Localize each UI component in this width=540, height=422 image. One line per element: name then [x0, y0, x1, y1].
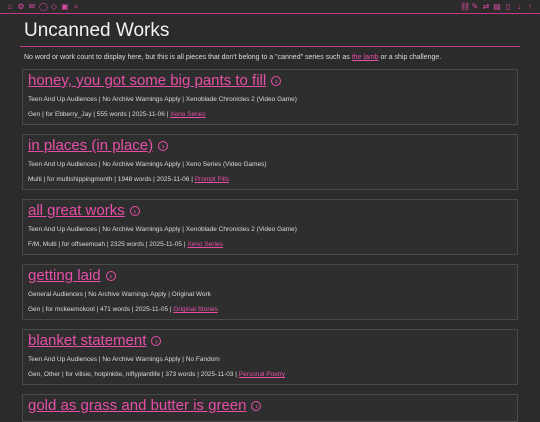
- work-meta: Gen | for Ebberry_Jay | 555 words | 2025…: [28, 111, 512, 118]
- work-title-link[interactable]: gold as grass and butter is green: [28, 397, 246, 415]
- work-title-row: honey, you got some big pants to fill ›: [28, 72, 512, 90]
- series-link[interactable]: Xeno Series: [170, 111, 205, 118]
- arrow-circle-icon[interactable]: ›: [105, 271, 116, 281]
- gear-icon[interactable]: ⚙: [17, 2, 25, 11]
- work-card: in places (in place) › Teen And Up Audie…: [22, 134, 518, 190]
- work-tags: General Audiences | No Archive Warnings …: [28, 291, 211, 298]
- work-meta: Multi | for multishippingmonth | 1948 wo…: [28, 176, 512, 183]
- home-icon[interactable]: ⌂: [6, 2, 14, 11]
- work-meta-text: Gen | for Ebberry_Jay | 555 words | 2025…: [28, 111, 171, 118]
- series-link[interactable]: Original Stories: [173, 306, 217, 313]
- the-lamb-link[interactable]: the lamb: [352, 54, 379, 61]
- work-meta-text: Gen | for mckeemckool | 471 words | 2025…: [28, 306, 174, 313]
- arrow-circle-icon[interactable]: ›: [158, 141, 169, 151]
- up-icon[interactable]: ↑: [526, 2, 534, 11]
- work-meta: F/M, Multi | for offseemoah | 2325 words…: [28, 241, 512, 248]
- work-title-link[interactable]: honey, you got some big pants to fill: [28, 72, 266, 90]
- intro-text-after: or a ship challenge.: [378, 54, 442, 61]
- message-icon[interactable]: ✉: [28, 2, 36, 11]
- archive-icon[interactable]: ▤: [493, 2, 501, 11]
- arrow-circle-icon[interactable]: ›: [271, 76, 282, 86]
- pen-icon[interactable]: ✎: [471, 2, 479, 11]
- work-title-link[interactable]: all great works: [28, 202, 125, 220]
- series-link[interactable]: Personal Poetry: [239, 371, 285, 378]
- toolbar-right: ⛓ ✎ ⇄ ▤ ▯ ↓ ↑: [460, 2, 534, 11]
- work-meta: Gen, Other | for villsie, hotpinktie, ni…: [28, 371, 512, 378]
- link-icon[interactable]: ⛓: [460, 2, 470, 11]
- arrow-circle-icon[interactable]: ›: [129, 206, 140, 216]
- work-card: honey, you got some big pants to fill › …: [22, 69, 518, 125]
- works-list: honey, you got some big pants to fill › …: [0, 69, 540, 422]
- page-title: Uncanned Works: [24, 20, 170, 41]
- tag-icon[interactable]: ◇: [50, 2, 58, 11]
- title-divider: [20, 46, 520, 47]
- series-link[interactable]: Xeno Series: [187, 241, 222, 248]
- work-title-link[interactable]: blanket statement: [28, 332, 146, 350]
- shuffle-icon[interactable]: ⇄: [482, 2, 490, 11]
- toolbar-left: ⌂ ⚙ ✉ ◯ ◇ ▣ ⌕: [6, 2, 80, 11]
- work-title-row: gold as grass and butter is green ›: [28, 397, 512, 415]
- series-link[interactable]: Prompt Fills: [195, 176, 229, 183]
- work-card: getting laid › General Audiences | No Ar…: [22, 264, 518, 320]
- calendar-icon[interactable]: ▣: [61, 2, 69, 11]
- work-tags: Teen And Up Audiences | No Archive Warni…: [28, 96, 297, 103]
- arrow-circle-icon[interactable]: ›: [151, 336, 162, 346]
- chat-icon[interactable]: ◯: [39, 2, 48, 11]
- work-meta: Gen | for mckeemckool | 471 words | 2025…: [28, 306, 512, 313]
- top-toolbar: ⌂ ⚙ ✉ ◯ ◇ ▣ ⌕ ⛓ ✎ ⇄ ▤ ▯ ↓ ↑: [0, 0, 540, 14]
- intro-text-before: No word or work count to display here, b…: [24, 54, 352, 61]
- work-card: blanket statement › Teen And Up Audience…: [22, 329, 518, 385]
- search-icon[interactable]: ⌕: [72, 2, 80, 11]
- work-tags: Teen And Up Audiences | No Archive Warni…: [28, 356, 220, 363]
- arrow-circle-icon[interactable]: ›: [251, 401, 262, 411]
- work-title-row: in places (in place) ›: [28, 137, 512, 155]
- work-card: all great works › Teen And Up Audiences …: [22, 199, 518, 255]
- work-meta-text: F/M, Multi | for offseemoah | 2325 words…: [28, 241, 188, 248]
- work-title-row: getting laid ›: [28, 267, 512, 285]
- work-title-link[interactable]: in places (in place): [28, 137, 153, 155]
- work-title-row: blanket statement ›: [28, 332, 512, 350]
- download-icon[interactable]: ↓: [515, 2, 523, 11]
- work-tags: Teen And Up Audiences | No Archive Warni…: [28, 226, 297, 233]
- work-meta-text: Multi | for multishippingmonth | 1948 wo…: [28, 176, 195, 183]
- work-meta-text: Gen, Other | for villsie, hotpinktie, ni…: [28, 371, 239, 378]
- work-tags: Teen And Up Audiences | No Archive Warni…: [28, 161, 267, 168]
- work-card: gold as grass and butter is green ›: [22, 394, 518, 422]
- work-title-row: all great works ›: [28, 202, 512, 220]
- intro-text: No word or work count to display here, b…: [0, 54, 540, 61]
- document-icon[interactable]: ▯: [504, 2, 512, 11]
- work-title-link[interactable]: getting laid: [28, 267, 101, 285]
